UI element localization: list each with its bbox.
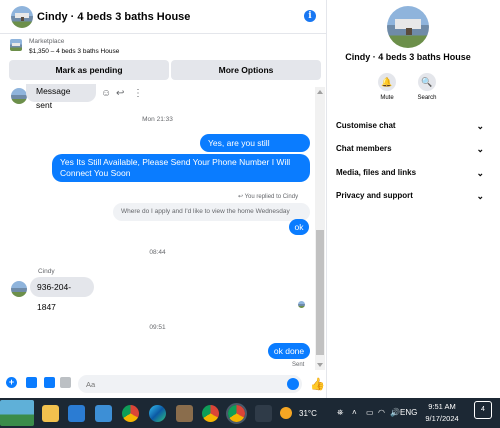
scrollbar-thumb[interactable] [316,230,324,355]
chevron-down-icon: ⌄ [476,168,484,178]
chevron-up-icon[interactable]: ˄ [352,408,357,417]
game-icon[interactable] [176,405,193,422]
bell-icon[interactable]: 🔔 [378,73,396,91]
info-icon[interactable]: i [304,10,316,22]
listing-detail[interactable]: $1,350 – 4 beds 3 baths House [29,48,119,55]
reply-icon[interactable]: ↩ [116,88,124,99]
like-icon[interactable]: 👍 [310,377,325,391]
marketplace-label: Marketplace [29,38,65,45]
row-label: Customise chat [336,121,396,130]
replied-label: ↩ You replied to Cindy [238,193,298,200]
chevron-down-icon: ⌄ [476,191,484,201]
gif-icon[interactable] [60,377,71,388]
mail-icon[interactable] [68,405,85,422]
wifi-icon[interactable]: ◠ [378,408,385,417]
temperature[interactable]: 31°C [299,409,317,418]
mute-label[interactable]: Mute [372,95,402,101]
message-bubble-outgoing[interactable]: Yes, are you still interested? [200,134,310,166]
cindy-avatar[interactable] [11,281,27,297]
image-icon[interactable] [26,377,37,388]
volume-icon[interactable]: 🔊 [390,408,400,417]
chevron-down-icon: ⌄ [476,121,484,131]
language-indicator[interactable]: ENG [400,408,417,417]
sender-name: Cindy [38,268,55,275]
quoted-message[interactable]: Where do I apply and I'd like to view th… [113,203,310,221]
people-icon[interactable]: ⛯ [337,408,343,418]
timestamp: Mon 21:33 [142,116,173,123]
cindy-avatar[interactable] [11,88,27,104]
clock-time[interactable]: 9:51 AM [418,402,466,411]
file-explorer-icon[interactable] [42,405,59,422]
network-icon[interactable]: ▭ [366,408,374,417]
replied-text: You replied to Cindy [244,194,299,200]
clock-date[interactable]: 9/17/2024 [418,414,466,423]
chrome-icon[interactable] [226,403,247,424]
search-icon[interactable]: 🔍 [418,73,436,91]
chevron-down-icon: ⌄ [476,144,484,154]
customise-chat-row[interactable]: Customise chat ⌄ [336,121,484,137]
scroll-up-arrow[interactable] [317,90,323,94]
message-bubble-incoming[interactable]: Message sent [26,84,96,110]
reply-arrow-icon: ↩ [238,194,245,200]
message-bubble-incoming[interactable]: 936-204-1847 [30,277,94,312]
sticker-icon[interactable] [44,377,55,388]
more-icon[interactable]: ⋮ [133,88,143,99]
plus-icon[interactable]: + [6,377,17,388]
row-label: Privacy and support [336,191,413,200]
search-label[interactable]: Search [412,95,442,101]
chat-title[interactable]: Cindy · 4 beds 3 baths House [37,11,190,23]
sent-status: Sent [292,362,305,368]
message-bubble-outgoing[interactable]: Yes Its Still Available, Please Send You… [52,154,310,182]
chat-members-row[interactable]: Chat members ⌄ [336,144,484,160]
timestamp: 08:44 [149,249,166,256]
profile-avatar[interactable] [387,6,429,48]
message-input[interactable] [78,375,302,393]
scroll-down-arrow[interactable] [317,363,323,367]
chrome-icon[interactable] [202,405,219,422]
message-bubble-outgoing[interactable]: ok done [268,343,310,359]
emoji-react-icon[interactable]: ☺ [101,88,111,99]
more-options-button[interactable]: More Options [171,60,321,80]
desktop-thumbnail[interactable] [0,400,34,426]
privacy-support-row[interactable]: Privacy and support ⌄ [336,191,484,207]
app-icon[interactable] [255,405,272,422]
listing-thumbnail[interactable] [10,39,22,51]
chrome-icon[interactable] [122,405,139,422]
seen-indicator-avatar [298,301,305,308]
notification-center-icon[interactable]: 4 [474,401,492,419]
row-label: Chat members [336,144,392,153]
mark-pending-button[interactable]: Mark as pending [9,60,169,80]
timestamp: 09:51 [149,324,166,331]
message-bubble-outgoing[interactable]: ok [289,219,309,235]
details-title: Cindy · 4 beds 3 baths House [345,52,471,62]
emoji-icon[interactable] [287,378,299,390]
row-label: Media, files and links [336,168,417,177]
edge-icon[interactable] [149,405,166,422]
header-avatar[interactable] [11,6,33,28]
weather-icon[interactable] [280,407,292,419]
store-icon[interactable] [95,405,112,422]
media-files-row[interactable]: Media, files and links ⌄ [336,168,484,184]
